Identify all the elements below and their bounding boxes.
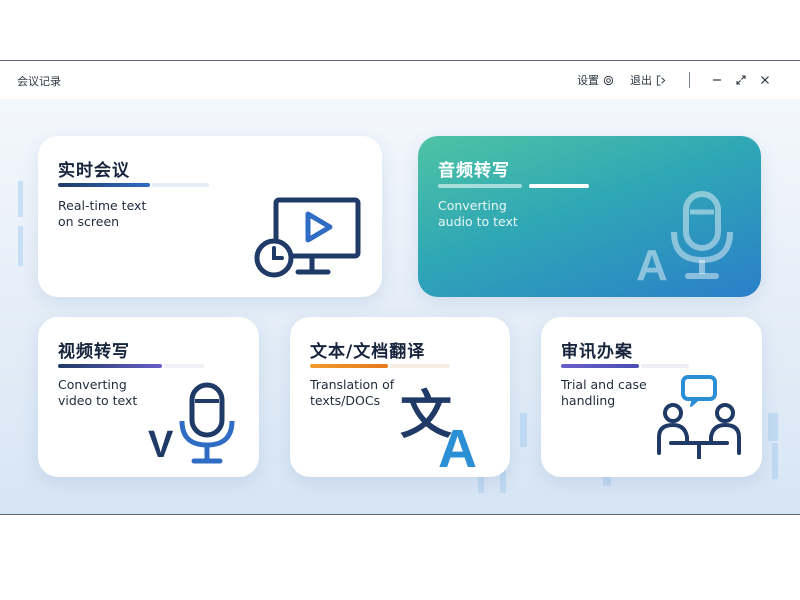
- title-bar: 会议记录 设置 退出: [0, 61, 800, 99]
- card-accent-track: [152, 183, 209, 187]
- video-glyph: V: [148, 424, 174, 466]
- card-accent-bar: [438, 184, 522, 188]
- app-title: 会议记录: [17, 75, 61, 88]
- microphone-a-icon: A: [636, 191, 733, 284]
- monitor-play-clock-icon: [254, 197, 361, 278]
- interrogation-icon: [657, 375, 741, 459]
- card-title: 视频转写: [58, 342, 130, 362]
- translate-icon: 文 A: [400, 386, 477, 471]
- decor-bar: [772, 443, 778, 479]
- close-icon: [761, 76, 769, 84]
- card-text-translation[interactable]: 文本/文档翻译 Translation of texts/DOCs 文 A: [290, 317, 510, 477]
- card-video-transcription[interactable]: 视频转写 Converting video to text V: [38, 317, 259, 477]
- decor-bar: [520, 413, 527, 447]
- card-subtitle-line2: video to text: [58, 393, 138, 408]
- decor-bar: [768, 413, 778, 441]
- close-button[interactable]: [756, 71, 774, 89]
- settings-label: 设置: [577, 74, 599, 87]
- card-subtitle-line1: Real-time text: [58, 198, 147, 213]
- minimize-button[interactable]: [708, 71, 726, 89]
- decor-bar: [603, 476, 611, 486]
- maximize-button[interactable]: [732, 71, 750, 89]
- settings-button[interactable]: 设置: [577, 72, 614, 88]
- card-accent-track: [641, 364, 689, 368]
- card-subtitle-line1: Trial and case: [561, 377, 647, 392]
- card-title: 实时会议: [58, 161, 130, 181]
- card-accent-bar: [58, 183, 150, 187]
- card-accent-track: [390, 364, 450, 368]
- card-subtitle-line2: audio to text: [438, 214, 518, 229]
- card-subtitle-line2: handling: [561, 393, 616, 408]
- app-window: 会议记录 设置 退出 实时会议 Real-time text on screen…: [0, 60, 800, 515]
- maximize-icon: [736, 75, 746, 85]
- decor-bar: [18, 226, 23, 266]
- card-title: 审讯办案: [561, 342, 633, 362]
- card-subtitle-line2: on screen: [58, 214, 120, 229]
- card-accent-bar: [561, 364, 639, 368]
- translate-glyph-en: A: [438, 419, 477, 471]
- card-subtitle-line1: Converting: [438, 198, 507, 213]
- card-subtitle-line1: Converting: [58, 377, 127, 392]
- logout-button[interactable]: 退出: [630, 72, 667, 88]
- audio-glyph: A: [636, 241, 668, 284]
- microphone-v-icon: V: [148, 382, 235, 466]
- logout-icon: [656, 74, 666, 86]
- card-trial-case-handling[interactable]: 审讯办案 Trial and case handling: [541, 317, 762, 477]
- card-subtitle-line1: Translation of: [310, 377, 395, 392]
- title-bar-divider: [689, 72, 690, 88]
- card-audio-transcription[interactable]: 音频转写 Converting audio to text A: [418, 136, 761, 297]
- card-accent-bar: [58, 364, 162, 368]
- card-subtitle-line2: texts/DOCs: [310, 393, 381, 408]
- card-accent-track: [529, 184, 589, 188]
- card-accent-bar: [310, 364, 388, 368]
- card-title: 文本/文档翻译: [310, 342, 426, 362]
- card-title: 音频转写: [438, 161, 510, 181]
- logout-label: 退出: [630, 74, 652, 87]
- minimize-icon: [713, 79, 721, 81]
- gear-icon: [603, 75, 614, 85]
- card-accent-track: [164, 364, 204, 368]
- title-bar-controls: 设置 退出: [577, 70, 774, 90]
- decor-bar: [18, 181, 23, 217]
- card-realtime-meeting[interactable]: 实时会议 Real-time text on screen: [38, 136, 382, 297]
